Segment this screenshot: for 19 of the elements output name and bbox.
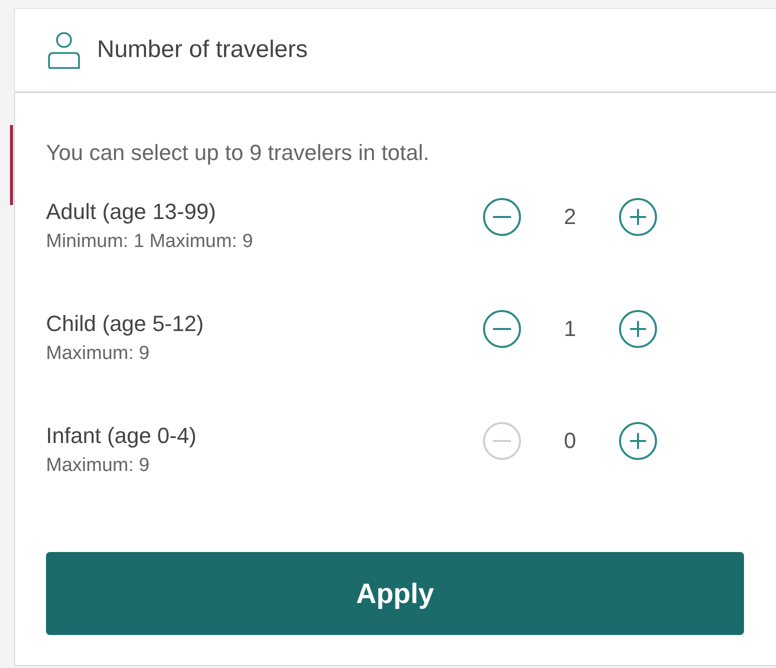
increase-button[interactable] — [618, 421, 658, 461]
count-value: 1 — [562, 315, 578, 343]
limit-text: Maximum: 9 — [46, 454, 150, 478]
decrease-button[interactable] — [482, 309, 522, 349]
increase-button[interactable] — [618, 309, 658, 349]
traveler-type-label: Infant (age 0-4) — [46, 422, 198, 450]
travelers-field[interactable]: Number of travelers — [14, 8, 776, 92]
apply-button[interactable]: Apply — [46, 552, 744, 635]
count-value: 0 — [562, 427, 578, 455]
decrease-button[interactable] — [482, 197, 522, 237]
traveler-type-label: Adult (age 13-99) — [46, 198, 217, 226]
limit-note: You can select up to 9 travelers in total. — [46, 139, 430, 167]
traveler-type-label: Child (age 5-12) — [46, 310, 205, 338]
person-icon — [47, 31, 81, 69]
increase-button[interactable] — [618, 197, 658, 237]
limit-text: Maximum: 9 — [46, 342, 150, 366]
field-placeholder: Number of travelers — [97, 35, 308, 65]
count-value: 2 — [562, 203, 578, 231]
limit-text: Minimum: 1 Maximum: 9 — [46, 230, 254, 254]
